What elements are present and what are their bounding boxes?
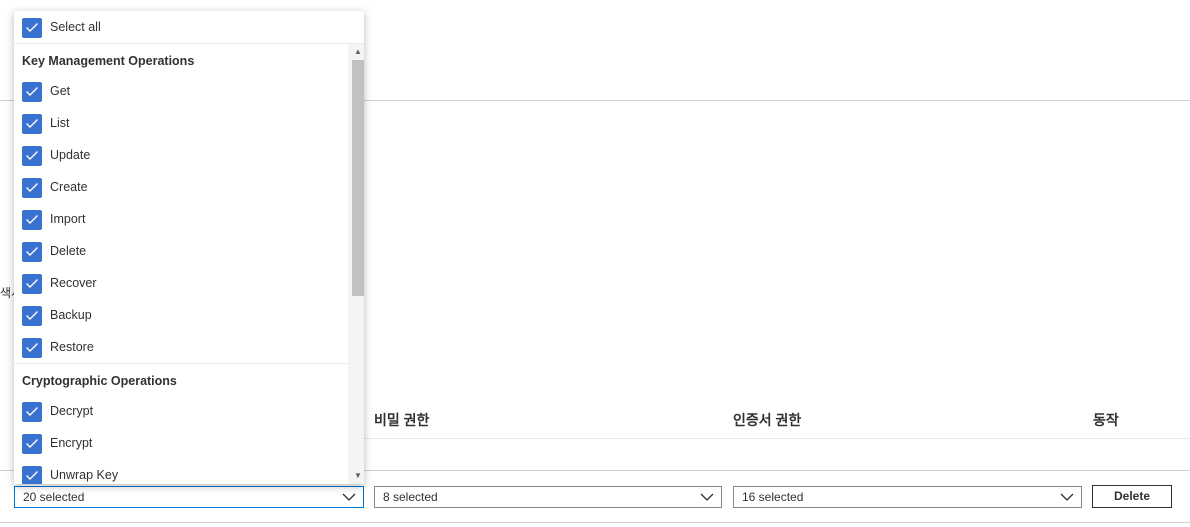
secret-permissions-dropdown[interactable]: 8 selected xyxy=(374,486,722,508)
clipped-label: 색서 xyxy=(0,286,14,300)
chevron-down-icon xyxy=(1060,493,1074,501)
checkbox-checked-icon[interactable] xyxy=(22,114,42,134)
scroll-down-arrow-icon[interactable]: ▼ xyxy=(352,471,364,481)
scrollbar-thumb[interactable] xyxy=(352,60,364,296)
checkbox-checked-icon[interactable] xyxy=(22,402,42,422)
option-encrypt[interactable]: Encrypt xyxy=(14,427,348,459)
column-header-certificate-permissions: 인증서 권한 xyxy=(733,412,802,428)
option-label: Get xyxy=(50,84,71,98)
option-get[interactable]: Get xyxy=(14,75,348,107)
group-header-key-management: Key Management Operations xyxy=(22,54,195,68)
select-all-label: Select all xyxy=(50,20,101,34)
option-label: Delete xyxy=(50,244,87,258)
chevron-down-icon xyxy=(342,493,356,501)
option-import[interactable]: Import xyxy=(14,203,348,235)
option-decrypt[interactable]: Decrypt xyxy=(14,395,348,427)
divider xyxy=(14,43,364,44)
group-header-cryptographic: Cryptographic Operations xyxy=(22,374,177,388)
secret-permissions-value: 8 selected xyxy=(383,490,438,504)
select-all-option[interactable]: Select all xyxy=(14,11,364,43)
option-label: List xyxy=(50,116,70,130)
certificate-permissions-value: 16 selected xyxy=(742,490,804,504)
option-label: Backup xyxy=(50,308,92,322)
option-list[interactable]: List xyxy=(14,107,348,139)
option-label: Recover xyxy=(50,276,97,290)
option-label: Encrypt xyxy=(50,436,93,450)
column-header-action: 동작 xyxy=(1093,412,1119,428)
key-permissions-value: 20 selected xyxy=(23,490,85,504)
key-permissions-dropdown[interactable]: 20 selected xyxy=(14,486,364,508)
option-label: Unwrap Key xyxy=(50,468,119,482)
divider-table-header xyxy=(364,438,1190,439)
checkbox-checked-icon[interactable] xyxy=(22,466,42,484)
checkbox-checked-icon[interactable] xyxy=(22,274,42,294)
column-header-secret-permissions: 비밀 권한 xyxy=(374,412,430,428)
option-create[interactable]: Create xyxy=(14,171,348,203)
option-label: Decrypt xyxy=(50,404,94,418)
option-delete[interactable]: Delete xyxy=(14,235,348,267)
permissions-dropdown-panel: Select all Key Management Operations Get… xyxy=(14,11,364,484)
scrollbar[interactable]: ▲ ▼ xyxy=(348,44,364,484)
option-label: Import xyxy=(50,212,86,226)
checkbox-checked-icon[interactable] xyxy=(22,306,42,326)
delete-button[interactable]: Delete xyxy=(1092,485,1172,508)
option-backup[interactable]: Backup xyxy=(14,299,348,331)
scroll-up-arrow-icon[interactable]: ▲ xyxy=(352,47,364,57)
option-unwrap-key[interactable]: Unwrap Key xyxy=(14,459,348,484)
checkbox-checked-icon[interactable] xyxy=(22,338,42,358)
checkbox-checked-icon[interactable] xyxy=(22,434,42,454)
checkbox-checked-icon[interactable] xyxy=(22,146,42,166)
checkbox-checked-icon[interactable] xyxy=(22,210,42,230)
certificate-permissions-dropdown[interactable]: 16 selected xyxy=(733,486,1082,508)
chevron-down-icon xyxy=(700,493,714,501)
checkbox-checked-icon[interactable] xyxy=(22,18,42,38)
option-label: Restore xyxy=(50,340,94,354)
option-label: Update xyxy=(50,148,91,162)
checkbox-checked-icon[interactable] xyxy=(22,242,42,262)
option-recover[interactable]: Recover xyxy=(14,267,348,299)
option-label: Create xyxy=(50,180,88,194)
option-restore[interactable]: Restore xyxy=(14,331,348,363)
checkbox-checked-icon[interactable] xyxy=(22,82,42,102)
checkbox-checked-icon[interactable] xyxy=(22,178,42,198)
option-update[interactable]: Update xyxy=(14,139,348,171)
divider-row-bottom xyxy=(0,522,1190,523)
divider xyxy=(14,363,348,364)
